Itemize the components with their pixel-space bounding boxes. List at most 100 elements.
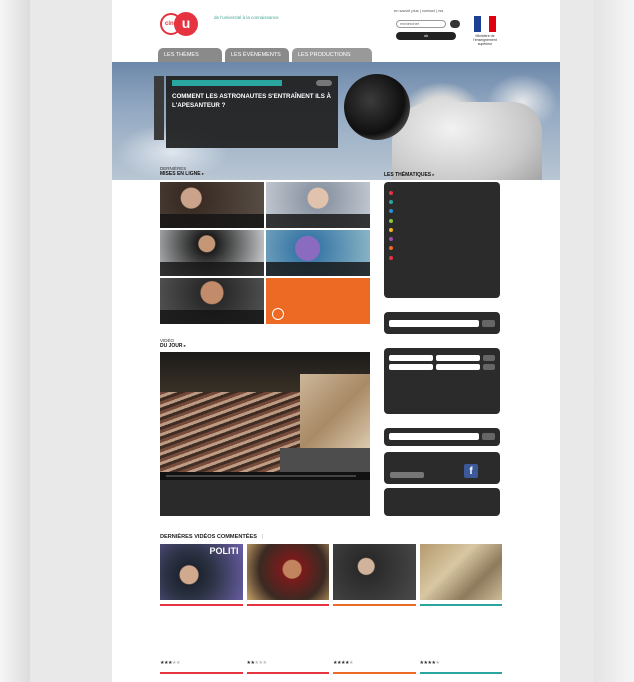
tab-events[interactable]: LES ÉVÈNEMENTS [225,48,289,62]
commented-title[interactable]: DERNIÈRES VIDÉOS COMMENTÉES [160,534,257,540]
cine-select[interactable] [436,355,480,361]
theme-dot-icon [389,190,393,195]
theme-dot-icon [389,246,393,251]
theme-dot-icon [389,227,393,232]
rating-stars[interactable]: ★★★★★ [333,660,416,666]
hero-slider-controls[interactable] [316,80,332,86]
commented-video-card[interactable]: ★★★★★ [333,544,416,674]
theme-item[interactable] [389,225,495,234]
card-bottom-bar [333,672,416,674]
themes-label: LES THÉMATIQUES ▸ [384,172,435,178]
theme-item[interactable] [389,216,495,225]
programme-submit-button[interactable] [482,320,495,327]
card-description [333,633,416,655]
tag-cloud [384,488,500,516]
latest-video-tile[interactable] [266,230,370,276]
card-accent-bar [419,604,502,606]
theme-item[interactable] [389,207,495,216]
card-title[interactable] [247,610,330,630]
cine-ok-button[interactable] [483,355,495,361]
themes-label-text: LES THÉMATIQUES [384,172,432,178]
rating-stars[interactable]: ★★★★★ [420,660,503,666]
tab-productions[interactable]: LES PRODUCTIONS [292,48,372,62]
star-icon[interactable]: ★ [262,660,266,666]
theme-dot-icon [389,218,393,223]
latest-video-tile[interactable] [160,230,264,276]
theme-dot-icon [389,209,393,214]
hero-kicker [172,80,282,86]
search-input[interactable]: rechercher [396,20,446,28]
theme-item[interactable] [389,197,495,206]
social-button[interactable] [390,472,424,478]
video-thumbnail[interactable]: POLITI [160,544,243,600]
star-icon[interactable]: ★ [349,660,353,666]
card-bottom-bar [246,672,329,674]
star-icon[interactable]: ★ [176,660,180,666]
card-title[interactable] [420,610,503,630]
programme-input[interactable] [389,320,479,327]
programme-box [384,312,500,334]
latest-label: DERNIÈRES MISES EN LIGNE ▸ [160,166,205,177]
card-accent-bar [246,604,329,606]
hero-title[interactable]: COMMENT LES ASTRONAUTES S'ENTRAÎNENT ILS… [172,92,332,110]
card-accent-bar [160,604,243,606]
site-tagline: de l'université à la connaissance [214,15,279,20]
video-thumbnail[interactable] [246,544,329,600]
latest-video-caption [160,310,264,324]
latest-video-caption [266,214,370,228]
latest-video-tile[interactable] [266,182,370,228]
video-thumbnail[interactable] [333,544,416,600]
commented-video-card[interactable]: ★★★★★ [419,544,503,674]
card-bottom-bar [419,672,502,674]
featured-orange-tile[interactable] [266,278,370,324]
theme-item[interactable] [389,244,495,253]
theme-item[interactable] [389,234,495,243]
theme-item[interactable] [389,188,495,197]
latest-videos-grid [160,182,370,328]
hero-banner[interactable]: COMMENT LES ASTRONAUTES S'ENTRAÎNENT ILS… [112,62,560,180]
commented-video-card[interactable]: ★★★★★ [246,544,330,674]
header-pill-button[interactable]: ok [396,32,456,40]
hero-side-tab[interactable] [154,76,164,140]
cine-select[interactable] [436,364,480,370]
theme-dot-icon [389,255,393,260]
top-links[interactable]: en savoir plus | contact | rss [394,8,443,13]
facebook-icon[interactable]: f [464,464,478,478]
theme-item[interactable] [389,253,495,262]
video-thumbnail[interactable] [419,544,502,600]
site-logo[interactable]: cine u [160,12,208,38]
commented-cards: POLITI ★★★★★ ★★★★★ ★★★★★ ★★★★★ [160,544,502,674]
cine-select[interactable] [389,364,433,370]
video-controls[interactable] [160,472,370,480]
video-day-label: VIDÉO DU JOUR ▸ [160,338,187,349]
cine-ok-button[interactable] [483,364,495,370]
video-player-frame[interactable] [160,352,370,472]
play-icon[interactable] [272,308,284,320]
cine-select[interactable] [389,355,433,361]
thumbnail-badge: POLITI [209,546,239,556]
social-box: f [384,452,500,484]
latest-video-caption [160,214,264,228]
video-progress-bar[interactable] [166,475,356,477]
rating-stars[interactable]: ★★★★★ [160,660,243,666]
newsletter-submit-button[interactable] [482,433,495,440]
video-of-the-day[interactable] [160,352,370,516]
rating-stars[interactable]: ★★★★★ [247,660,330,666]
search-button[interactable] [450,20,460,28]
latest-video-tile[interactable] [160,278,264,324]
tab-themes[interactable]: LES THÈMES [158,48,222,62]
card-title[interactable] [333,610,416,630]
card-title[interactable] [160,610,243,630]
theme-dot-icon [389,199,393,204]
latest-video-tile[interactable] [160,182,264,228]
latest-video-caption [266,262,370,276]
hero-caption-card[interactable]: COMMENT LES ASTRONAUTES S'ENTRAÎNENT ILS… [166,76,338,148]
newsletter-input[interactable] [389,433,479,440]
commented-video-card[interactable]: POLITI ★★★★★ [160,544,243,674]
site-header: cine u de l'université à la connaissance… [112,0,560,62]
card-description [420,633,503,655]
card-description [160,633,243,655]
star-icon[interactable]: ★ [435,660,439,666]
video-stage [280,448,370,472]
latest-video-caption [160,262,264,276]
